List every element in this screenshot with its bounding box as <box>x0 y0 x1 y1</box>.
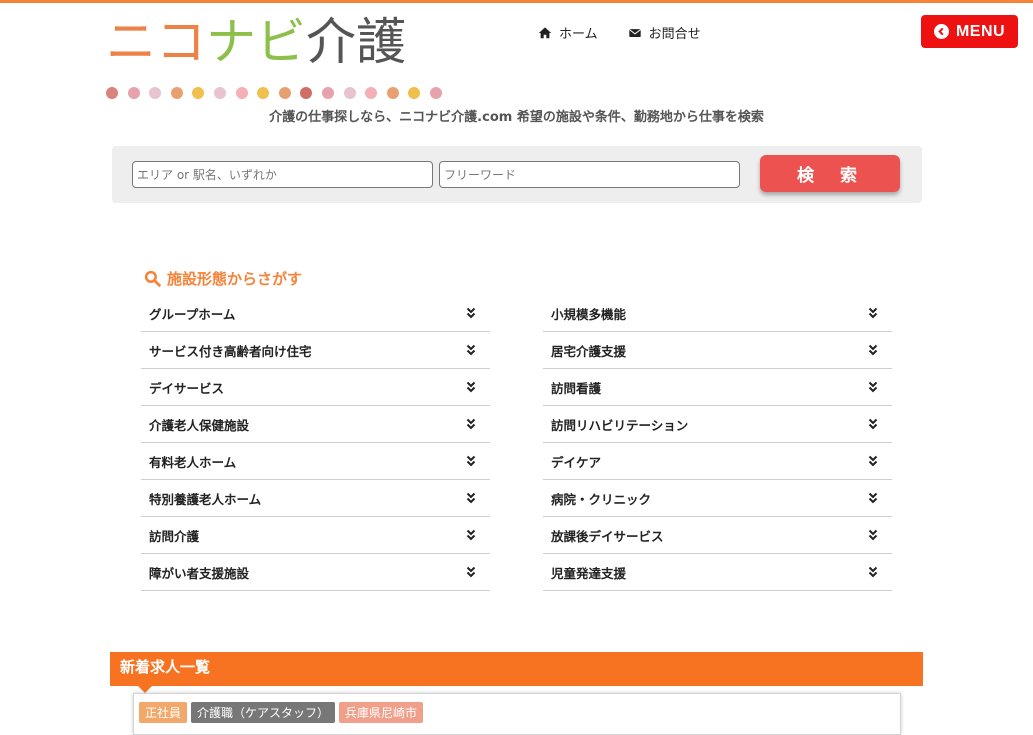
facility-list-right: 小規模多機能 居宅介護支援 訪問看護 訪問リハビリテーション デイケア 病院・ク… <box>543 295 892 591</box>
facility-item[interactable]: 放課後デイサービス <box>543 517 892 554</box>
menu-button[interactable]: MENU <box>921 15 1018 48</box>
nav-contact-label: お問合せ <box>648 27 701 42</box>
facility-item-label: 訪問介護 <box>149 528 200 544</box>
area-station-input[interactable] <box>132 161 433 188</box>
facility-item-label: 特別養護老人ホーム <box>149 491 262 507</box>
logo-dot <box>213 87 226 99</box>
facility-list-left: グループホーム サービス付き高齢者向け住宅 デイサービス 介護老人保健施設 有料… <box>141 295 490 591</box>
facility-item-label: 障がい者支援施設 <box>149 565 250 581</box>
logo-text-nabi: ナビ <box>206 13 306 71</box>
logo-dot <box>235 87 248 99</box>
double-chevron-down-icon <box>868 529 878 541</box>
facility-item-label: 病院・クリニック <box>551 491 652 507</box>
facility-item-label: 訪問リハビリテーション <box>551 417 689 433</box>
logo-dot <box>278 87 291 99</box>
header-notch <box>138 686 152 693</box>
facility-item[interactable]: デイケア <box>543 443 892 480</box>
facility-item[interactable]: 訪問リハビリテーション <box>543 406 892 443</box>
facility-item-label: 介護老人保健施設 <box>149 417 250 433</box>
chevron-left-circle-icon <box>933 24 949 39</box>
menu-label: MENU <box>955 22 1006 40</box>
double-chevron-down-icon <box>466 344 476 356</box>
facility-item-label: 放課後デイサービス <box>551 528 664 544</box>
nav-home-link[interactable]: ホーム <box>538 23 598 42</box>
top-nav: ホーム お問合せ <box>538 23 701 42</box>
new-jobs-title: 新着求人一覧 <box>120 658 211 676</box>
facility-item[interactable]: 居宅介護支援 <box>543 332 892 369</box>
double-chevron-down-icon <box>868 418 878 430</box>
employment-type-tag: 正社員 <box>139 702 188 723</box>
facility-section-title-text: 施設形態からさがす <box>167 270 303 288</box>
logo-dot <box>408 87 421 99</box>
double-chevron-down-icon <box>868 455 878 467</box>
tagline: 介護の仕事探しなら、ニコナビ介護.com 希望の施設や条件、勤務地から仕事を検索 <box>269 110 764 125</box>
search-icon <box>144 270 161 287</box>
search-bar: 検 索 <box>112 146 922 203</box>
site-logo[interactable]: ニコナビ介護 <box>106 11 442 101</box>
facility-item[interactable]: 児童発達支援 <box>543 554 892 591</box>
double-chevron-down-icon <box>466 566 476 578</box>
logo-dot <box>365 87 378 99</box>
double-chevron-down-icon <box>466 455 476 467</box>
logo-text: ニコナビ介護 <box>106 11 406 73</box>
facility-item[interactable]: 訪問介護 <box>141 517 490 554</box>
facility-item-label: 訪問看護 <box>551 380 602 396</box>
double-chevron-down-icon <box>868 307 878 319</box>
search-button[interactable]: 検 索 <box>760 155 900 192</box>
facility-item[interactable]: 介護老人保健施設 <box>141 406 490 443</box>
home-icon <box>538 26 552 38</box>
double-chevron-down-icon <box>868 492 878 504</box>
new-jobs-header: 新着求人一覧 <box>110 652 923 693</box>
facility-item-label: 小規模多機能 <box>551 306 627 322</box>
facility-item[interactable]: 病院・クリニック <box>543 480 892 517</box>
logo-dot <box>257 87 270 99</box>
double-chevron-down-icon <box>466 418 476 430</box>
double-chevron-down-icon <box>466 307 476 319</box>
facility-section-title: 施設形態からさがす <box>144 268 302 289</box>
double-chevron-down-icon <box>868 566 878 578</box>
double-chevron-down-icon <box>868 381 878 393</box>
facility-item-label: デイケア <box>551 454 602 470</box>
job-tags: 正社員 介護職（ケアスタッフ） 兵庫県尼崎市 <box>139 702 424 723</box>
facility-item[interactable]: 訪問看護 <box>543 369 892 406</box>
logo-dot <box>127 87 140 99</box>
free-word-input[interactable] <box>439 161 740 188</box>
logo-dot <box>170 87 183 99</box>
double-chevron-down-icon <box>466 492 476 504</box>
facility-item[interactable]: 有料老人ホーム <box>141 443 490 480</box>
logo-dots <box>106 87 442 99</box>
facility-item-label: デイサービス <box>149 380 225 396</box>
logo-dot <box>192 87 205 99</box>
logo-dot <box>343 87 356 99</box>
logo-text-kaigo: 介護 <box>306 13 406 71</box>
nav-home-label: ホーム <box>559 27 598 42</box>
job-category-tag: 介護職（ケアスタッフ） <box>191 702 336 723</box>
facility-item[interactable]: デイサービス <box>141 369 490 406</box>
facility-item-label: 児童発達支援 <box>551 565 627 581</box>
job-card[interactable]: 正社員 介護職（ケアスタッフ） 兵庫県尼崎市 <box>133 693 901 735</box>
logo-dot <box>429 87 442 99</box>
double-chevron-down-icon <box>868 344 878 356</box>
nav-contact-link[interactable]: お問合せ <box>628 23 701 42</box>
logo-dot <box>300 87 313 99</box>
facility-item-label: 居宅介護支援 <box>551 343 627 359</box>
facility-item-label: グループホーム <box>149 306 236 322</box>
logo-text-niko: ニコ <box>106 13 206 71</box>
facility-item-label: 有料老人ホーム <box>149 454 237 470</box>
facility-item-label: サービス付き高齢者向け住宅 <box>149 343 312 359</box>
facility-item[interactable]: グループホーム <box>141 295 490 332</box>
location-tag: 兵庫県尼崎市 <box>339 702 424 723</box>
double-chevron-down-icon <box>466 529 476 541</box>
logo-dot <box>386 87 399 99</box>
double-chevron-down-icon <box>466 381 476 393</box>
facility-item[interactable]: 小規模多機能 <box>543 295 892 332</box>
facility-item[interactable]: 障がい者支援施設 <box>141 554 490 591</box>
logo-dot <box>149 87 162 99</box>
facility-item[interactable]: 特別養護老人ホーム <box>141 480 490 517</box>
logo-dot <box>106 87 118 99</box>
facility-item[interactable]: サービス付き高齢者向け住宅 <box>141 332 490 369</box>
logo-dot <box>321 87 334 99</box>
envelope-icon <box>628 28 641 37</box>
